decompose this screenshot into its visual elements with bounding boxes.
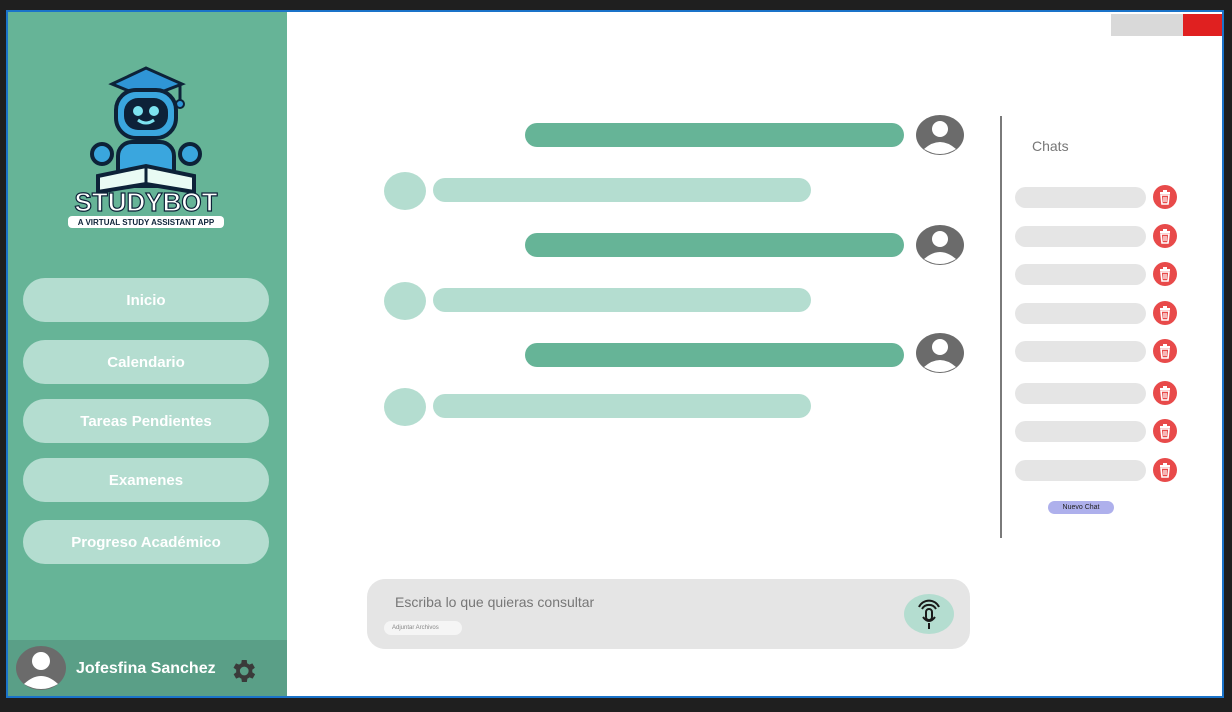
sidebar-item-tareas-pendientes[interactable]: Tareas Pendientes — [23, 399, 269, 443]
user-name: Jofesfina Sanchez — [76, 660, 216, 677]
attach-files-button[interactable]: Adjuntar Archivos — [384, 621, 462, 635]
sidebar-item-label: Tareas Pendientes — [80, 412, 212, 430]
window-minimize-button[interactable] — [1111, 14, 1183, 36]
new-chat-label: Nuevo Chat — [1062, 504, 1100, 511]
attach-files-label: Adjuntar Archivos — [392, 625, 439, 631]
sidebar: STUDYBOT A VIRTUAL STUDY ASSISTANT APP I… — [8, 12, 287, 696]
user-bar: Jofesfina Sanchez — [8, 640, 287, 696]
chat-item[interactable] — [1015, 264, 1146, 285]
sidebar-item-calendario[interactable]: Calendario — [23, 340, 269, 384]
sidebar-item-progreso-academico[interactable]: Progreso Académico — [23, 520, 269, 564]
window-close-button[interactable] — [1183, 14, 1222, 36]
user-avatar-icon — [916, 225, 964, 265]
trash-icon[interactable] — [1153, 458, 1177, 482]
sidebar-item-label: Inicio — [126, 291, 166, 309]
new-chat-button[interactable]: Nuevo Chat — [1048, 501, 1114, 514]
chats-title: Chats — [1032, 138, 1069, 154]
user-avatar-icon[interactable] — [16, 646, 66, 690]
bot-message-bubble — [433, 178, 811, 202]
bot-avatar-icon — [384, 172, 426, 210]
user-message-bubble — [525, 123, 904, 147]
sidebar-item-label: Calendario — [107, 353, 185, 371]
bot-avatar-icon — [384, 282, 426, 320]
sidebar-item-label: Progreso Académico — [71, 533, 221, 551]
sidebar-item-inicio[interactable]: Inicio — [23, 278, 269, 322]
bot-message-bubble — [433, 288, 811, 312]
logo-subtitle: A VIRTUAL STUDY ASSISTANT APP — [78, 218, 215, 227]
chat-item[interactable] — [1015, 383, 1146, 404]
chat-item[interactable] — [1015, 303, 1146, 324]
studybot-logo: STUDYBOT A VIRTUAL STUDY ASSISTANT APP — [68, 66, 224, 228]
user-avatar-icon — [916, 333, 964, 373]
logo-title: STUDYBOT — [75, 187, 218, 217]
microphone-icon — [918, 599, 940, 629]
trash-icon[interactable] — [1153, 339, 1177, 363]
chat-item[interactable] — [1015, 421, 1146, 442]
chat-item[interactable] — [1015, 187, 1146, 208]
trash-icon[interactable] — [1153, 381, 1177, 405]
user-avatar-icon — [916, 115, 964, 155]
chats-divider — [1000, 116, 1002, 538]
trash-icon[interactable] — [1153, 224, 1177, 248]
trash-icon[interactable] — [1153, 262, 1177, 286]
user-message-bubble — [525, 233, 904, 257]
chat-item[interactable] — [1015, 341, 1146, 362]
chat-item[interactable] — [1015, 226, 1146, 247]
trash-icon[interactable] — [1153, 301, 1177, 325]
gear-icon[interactable] — [228, 656, 258, 686]
microphone-button[interactable] — [904, 594, 954, 634]
trash-icon[interactable] — [1153, 185, 1177, 209]
trash-icon[interactable] — [1153, 419, 1177, 443]
user-message-bubble — [525, 343, 904, 367]
bot-avatar-icon — [384, 388, 426, 426]
bot-message-bubble — [433, 394, 811, 418]
chat-item[interactable] — [1015, 460, 1146, 481]
message-input[interactable] — [393, 593, 877, 611]
sidebar-item-label: Examenes — [108, 471, 184, 489]
app-window: STUDYBOT A VIRTUAL STUDY ASSISTANT APP I… — [6, 10, 1224, 698]
message-composer: Adjuntar Archivos — [367, 579, 970, 649]
sidebar-item-examenes[interactable]: Examenes — [23, 458, 269, 502]
